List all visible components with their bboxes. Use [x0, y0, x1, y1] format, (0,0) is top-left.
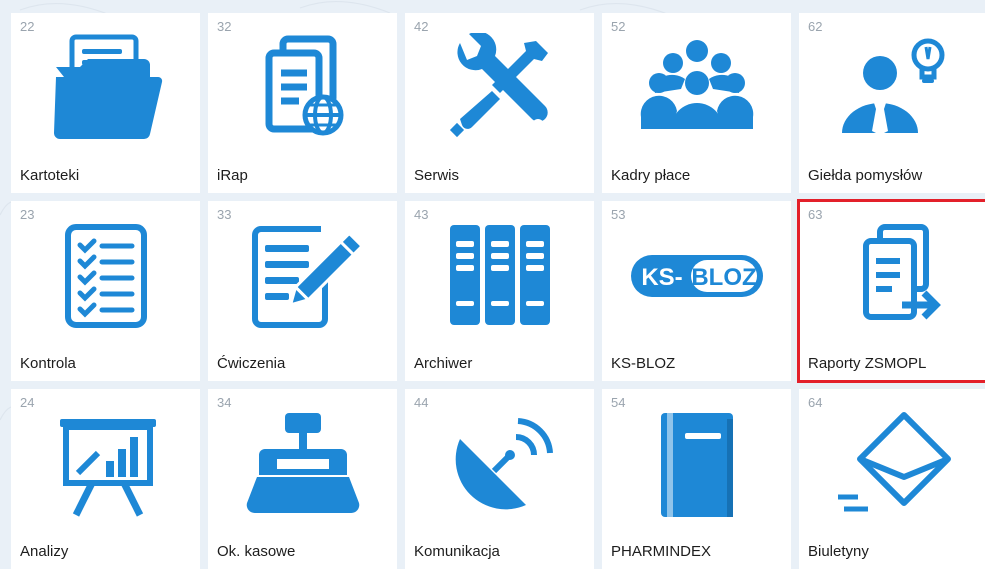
tile-pharmindex[interactable]: 54 PHARMINDEX [602, 389, 791, 569]
ks-bloz-logo-left-text: KS- [641, 264, 682, 291]
cash-register-icon [208, 409, 397, 519]
tile-label: iRap [217, 167, 248, 184]
tile-label: Kartoteki [20, 167, 80, 184]
satellite-dish-icon [405, 409, 594, 519]
document-globe-icon [208, 33, 397, 143]
tile-number: 53 [611, 207, 626, 222]
tile-label: Ćwiczenia [217, 355, 286, 372]
tile-gielda-pomyslow[interactable]: 62 Giełda pomysłów [799, 13, 985, 193]
book-icon [602, 409, 791, 519]
binders-icon [405, 221, 594, 331]
tile-kadry-place[interactable]: 52 Kadry płace [602, 13, 791, 193]
people-group-icon [602, 33, 791, 143]
wrench-screwdriver-icon [405, 33, 594, 143]
tile-number: 33 [217, 207, 232, 222]
tile-label: Giełda pomysłów [808, 167, 923, 184]
person-lightbulb-icon [799, 33, 985, 143]
tile-serwis[interactable]: 42 Serwis [405, 13, 594, 193]
tile-label: Raporty ZSMOPL [808, 355, 927, 372]
tile-label: Analizy [20, 543, 69, 560]
tile-label: KS-BLOZ [611, 355, 676, 372]
tile-biuletyny[interactable]: 64 Biuletyny [799, 389, 985, 569]
tile-ks-bloz[interactable]: 53 KS- BLOZ KS-BLOZ [602, 201, 791, 381]
tile-label: Ok. kasowe [217, 543, 296, 560]
tile-ok-kasowe[interactable]: 34 Ok. kasowe [208, 389, 397, 569]
tile-analizy[interactable]: 24 Analizy [11, 389, 200, 569]
tile-number: 22 [20, 19, 35, 34]
tile-label: Kontrola [20, 355, 76, 372]
tile-number: 44 [414, 395, 429, 410]
tile-number: 52 [611, 19, 626, 34]
tile-number: 63 [808, 207, 823, 222]
tile-archiwer[interactable]: 43 Archiwer [405, 201, 594, 381]
tile-kontrola[interactable]: 23 Kontrola [11, 201, 200, 381]
ks-bloz-logo-icon: KS- BLOZ [602, 221, 791, 331]
tile-kartoteki[interactable]: 22 Kartoteki [11, 13, 200, 193]
tile-cwiczenia[interactable]: 33 Ćwiczenia [208, 201, 397, 381]
checklist-icon [11, 221, 200, 331]
tile-komunikacja[interactable]: 44 Komunikacja [405, 389, 594, 569]
document-pencil-icon [208, 221, 397, 331]
tile-label: Archiwer [414, 355, 473, 372]
tile-label: Serwis [414, 167, 460, 184]
presentation-chart-icon [11, 409, 200, 519]
tile-number: 34 [217, 395, 232, 410]
tile-label: Kadry płace [611, 167, 691, 184]
tile-number: 43 [414, 207, 429, 222]
tile-number: 64 [808, 395, 823, 410]
tile-label: PHARMINDEX [611, 543, 712, 560]
tile-number: 42 [414, 19, 429, 34]
tile-label: Biuletyny [808, 543, 869, 560]
tile-irap[interactable]: 32 iRap [208, 13, 397, 193]
tile-label: Komunikacja [414, 543, 500, 560]
tile-number: 23 [20, 207, 35, 222]
tile-number: 32 [217, 19, 232, 34]
folder-documents-icon [11, 33, 200, 143]
tile-number: 24 [20, 395, 35, 410]
tile-number: 54 [611, 395, 626, 410]
app-tile-grid: 22 Kartoteki 32 iRap 42 Serwis 52 Kadry … [11, 13, 985, 569]
envelope-icon [799, 409, 985, 519]
documents-export-icon [799, 221, 985, 331]
tile-raporty-zsmopl[interactable]: 63 Raporty ZSMOPL [797, 199, 985, 383]
tile-number: 62 [808, 19, 823, 34]
ks-bloz-logo-right-text: BLOZ [691, 264, 756, 291]
